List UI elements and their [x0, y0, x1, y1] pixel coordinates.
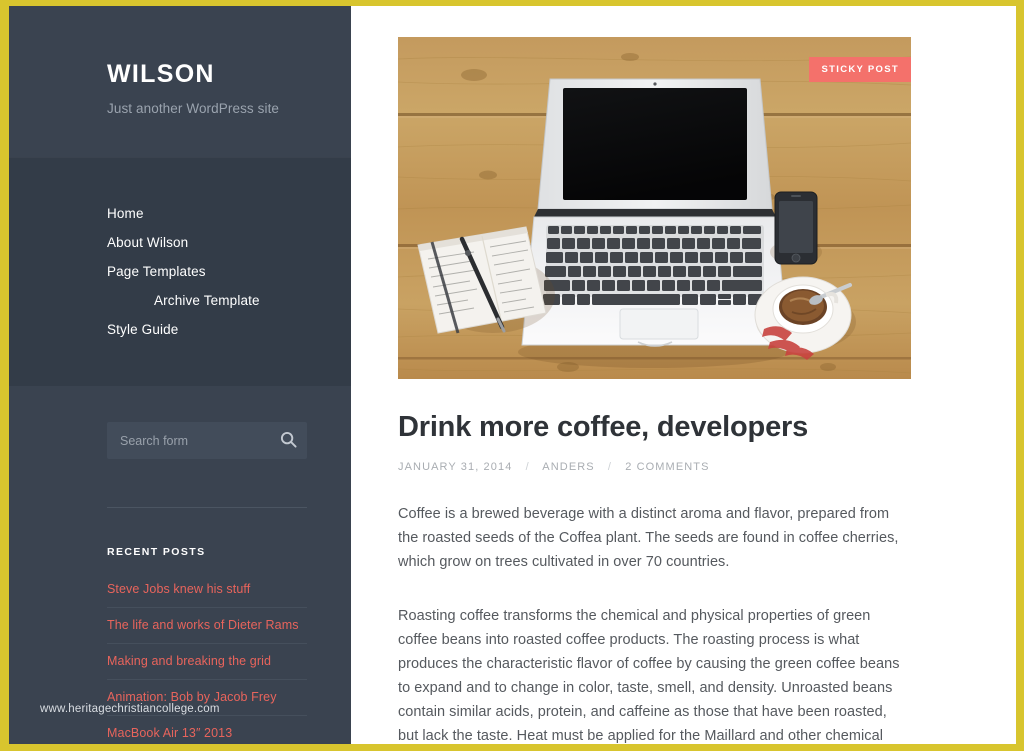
recent-posts-list: Steve Jobs knew his stuff The life and w…: [107, 572, 307, 744]
list-item: Making and breaking the grid: [107, 644, 307, 680]
recent-post-link[interactable]: Making and breaking the grid: [107, 644, 307, 679]
sidebar-widgets: RECENT POSTS Steve Jobs knew his stuff T…: [9, 386, 351, 744]
page-title[interactable]: Drink more coffee, developers: [398, 411, 970, 444]
site-title[interactable]: WILSON: [107, 60, 215, 88]
paragraph: Coffee is a brewed beverage with a disti…: [398, 506, 899, 571]
watermark-text: www.heritagechristiancollege.com: [40, 703, 220, 715]
paragraph: Roasting coffee transforms the chemical …: [398, 608, 900, 744]
page-root: WILSON Just another WordPress site Home …: [9, 6, 1016, 744]
content-column: STICKY POST Drink more coffee, developer…: [351, 6, 1016, 744]
search-icon: [280, 431, 297, 451]
entry-meta: JANUARY 31, 2014 / ANDERS / 2 COMMENTS: [398, 461, 970, 473]
entry-content: Coffee is a brewed beverage with a disti…: [398, 503, 970, 744]
featured-image-wrapper[interactable]: STICKY POST: [398, 37, 911, 379]
sticky-post-badge: STICKY POST: [808, 57, 911, 82]
search-submit-button[interactable]: [277, 430, 299, 452]
recent-post-link[interactable]: MacBook Air 13″ 2013: [107, 716, 307, 744]
list-item: Steve Jobs knew his stuff: [107, 572, 307, 608]
recent-post-link[interactable]: The life and works of Dieter Rams: [107, 608, 307, 643]
site-description: Just another WordPress site: [107, 101, 280, 116]
nav-item-style-guide[interactable]: Style Guide: [9, 315, 351, 344]
featured-image: [398, 37, 911, 379]
list-item: The life and works of Dieter Rams: [107, 608, 307, 644]
recent-post-link[interactable]: Steve Jobs knew his stuff: [107, 572, 307, 607]
list-item: MacBook Air 13″ 2013: [107, 716, 307, 744]
meta-separator: /: [525, 461, 530, 474]
nav-item-page-templates[interactable]: Page Templates: [9, 257, 351, 286]
post-author[interactable]: ANDERS: [542, 461, 594, 473]
post-comments-count[interactable]: 2 COMMENTS: [625, 461, 709, 473]
recent-posts-title: RECENT POSTS: [107, 546, 206, 558]
page-frame: WILSON Just another WordPress site Home …: [0, 0, 1024, 751]
meta-separator: /: [607, 461, 613, 474]
search-form: [107, 422, 307, 459]
post-date[interactable]: JANUARY 31, 2014: [398, 461, 512, 473]
nav-item-about-wilson[interactable]: About Wilson: [9, 228, 351, 257]
post-article: STICKY POST Drink more coffee, developer…: [351, 6, 1016, 744]
nav-item-archive-template[interactable]: Archive Template: [9, 286, 351, 315]
nav-item-home[interactable]: Home: [9, 199, 351, 228]
main-navigation: Home About Wilson Page Templates Archive…: [9, 157, 351, 386]
widget-divider: [107, 507, 307, 508]
sidebar: WILSON Just another WordPress site Home …: [9, 6, 351, 744]
site-branding: WILSON Just another WordPress site: [9, 6, 351, 117]
